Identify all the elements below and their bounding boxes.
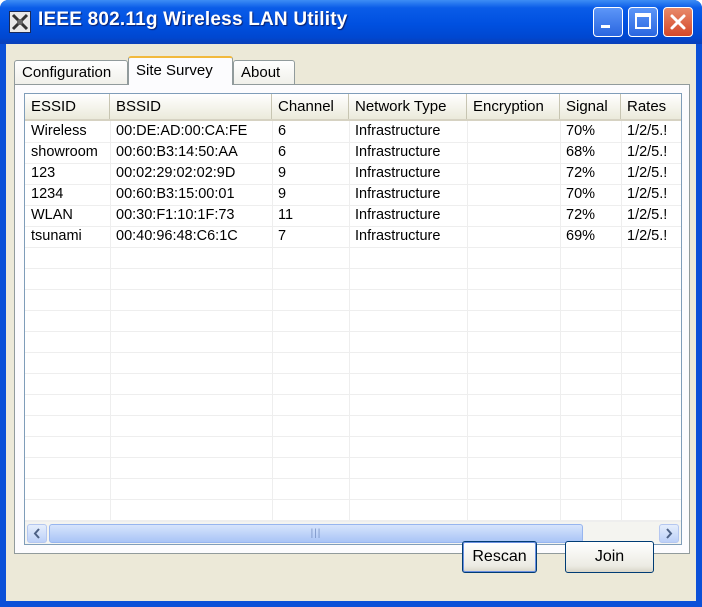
scroll-left-button[interactable] <box>27 524 47 543</box>
cell-encryption <box>467 163 560 184</box>
table-row[interactable]: 1234 00:60:B3:15:00:01 9 Infrastructure 70% 1… <box>25 184 681 206</box>
table-row[interactable]: tsunami 00:40:96:48:C6:1C 7 Infrastructure 6… <box>25 226 681 248</box>
cell-signal: 69% <box>566 228 596 244</box>
tab-site-survey[interactable]: Site Survey <box>128 56 233 85</box>
cell-bssid: 00:40:96:48:C6:1C <box>116 228 238 244</box>
minimize-button[interactable] <box>593 7 623 37</box>
tab-about[interactable]: About <box>233 60 295 84</box>
table-row <box>25 331 681 353</box>
cell-bssid: 00:02:29:02:02:9D <box>116 165 236 181</box>
cell-rates: 1/2/5.! <box>627 186 668 202</box>
cell-encryption <box>467 226 560 247</box>
maximize-button[interactable] <box>628 7 658 37</box>
cell-essid: 1234 <box>31 186 64 202</box>
cell-encryption <box>467 184 560 205</box>
site-survey-panel: ESSID BSSID Channel Network Type Encrypt… <box>14 84 690 554</box>
cell-signal: 72% <box>566 207 596 223</box>
cell-channel: 11 <box>278 207 294 223</box>
wireless-utility-icon[interactable] <box>9 11 31 33</box>
list-header: ESSID BSSID Channel Network Type Encrypt… <box>25 94 681 121</box>
cell-channel: 9 <box>278 186 287 202</box>
cell-network-type: Infrastructure <box>355 207 441 223</box>
cell-network-type: Infrastructure <box>355 165 441 181</box>
close-icon <box>670 14 686 30</box>
cell-channel: 9 <box>278 165 287 181</box>
arrow-left-icon <box>33 528 40 539</box>
cell-bssid: 00:60:B3:15:00:01 <box>116 186 235 202</box>
window-title: IEEE 802.11g Wireless LAN Utility <box>38 9 348 30</box>
cell-essid: showroom <box>31 144 98 160</box>
cell-bssid: 00:DE:AD:00:CA:FE <box>116 123 248 139</box>
column-header-essid[interactable]: ESSID <box>25 94 110 119</box>
table-row <box>25 457 681 479</box>
cell-signal: 68% <box>566 144 596 160</box>
cell-bssid: 00:30:F1:10:1F:73 <box>116 207 235 223</box>
cell-encryption <box>467 142 560 163</box>
table-row <box>25 478 681 500</box>
table-row <box>25 268 681 290</box>
cell-signal: 72% <box>566 165 596 181</box>
table-row <box>25 415 681 437</box>
column-header-network-type[interactable]: Network Type <box>349 94 467 119</box>
title-bar[interactable]: IEEE 802.11g Wireless LAN Utility <box>0 0 702 44</box>
dialog-body: Configuration Site Survey About ESSID BS… <box>6 44 696 601</box>
cell-rates: 1/2/5.! <box>627 144 668 160</box>
network-list[interactable]: ESSID BSSID Channel Network Type Encrypt… <box>24 93 682 545</box>
cell-rates: 1/2/5.! <box>627 228 668 244</box>
cell-network-type: Infrastructure <box>355 228 441 244</box>
cell-bssid: 00:60:B3:14:50:AA <box>116 144 238 160</box>
table-row <box>25 436 681 458</box>
cell-encryption <box>467 121 560 142</box>
table-row <box>25 247 681 269</box>
cell-essid: 123 <box>31 165 56 181</box>
scroll-right-button[interactable] <box>659 524 679 543</box>
cell-rates: 1/2/5.! <box>627 123 668 139</box>
table-row <box>25 394 681 416</box>
arrow-right-icon <box>666 528 673 539</box>
table-row[interactable]: Wireless 00:DE:AD:00:CA:FE 6 Infrastructure… <box>25 121 681 143</box>
app-window: IEEE 802.11g Wireless LAN Utility Config… <box>0 0 702 607</box>
join-button[interactable]: Join <box>565 541 654 573</box>
cell-channel: 6 <box>278 123 287 139</box>
cell-network-type: Infrastructure <box>355 123 441 139</box>
table-row <box>25 289 681 311</box>
cell-essid: tsunami <box>31 228 82 244</box>
cell-network-type: Infrastructure <box>355 186 441 202</box>
cell-signal: 70% <box>566 186 596 202</box>
tab-configuration[interactable]: Configuration <box>14 60 128 84</box>
maximize-icon <box>635 13 651 29</box>
cell-essid: Wireless <box>31 123 87 139</box>
cell-encryption <box>467 205 560 226</box>
table-row[interactable]: showroom 00:60:B3:14:50:AA 6 Infrastructure… <box>25 142 681 164</box>
table-row[interactable]: 123 00:02:29:02:02:9D 9 Infrastructure 72% 1/… <box>25 163 681 185</box>
rescan-button[interactable]: Rescan <box>462 541 537 573</box>
column-header-bssid[interactable]: BSSID <box>110 94 272 119</box>
column-header-rates[interactable]: Rates <box>621 94 681 119</box>
column-header-signal[interactable]: Signal <box>560 94 621 119</box>
cell-channel: 7 <box>278 228 287 244</box>
table-row <box>25 352 681 374</box>
column-header-encryption[interactable]: Encryption <box>467 94 560 119</box>
cell-signal: 70% <box>566 123 596 139</box>
cell-network-type: Infrastructure <box>355 144 441 160</box>
cell-rates: 1/2/5.! <box>627 207 668 223</box>
table-row <box>25 310 681 332</box>
column-header-channel[interactable]: Channel <box>272 94 349 119</box>
table-row <box>25 373 681 395</box>
table-row[interactable]: WLAN 00:30:F1:10:1F:73 11 Infrastructure 72%… <box>25 205 681 227</box>
cell-channel: 6 <box>278 144 287 160</box>
close-button[interactable] <box>663 7 693 37</box>
minimize-icon <box>601 25 610 28</box>
cell-rates: 1/2/5.! <box>627 165 668 181</box>
cell-essid: WLAN <box>31 207 73 223</box>
table-row <box>25 499 681 521</box>
